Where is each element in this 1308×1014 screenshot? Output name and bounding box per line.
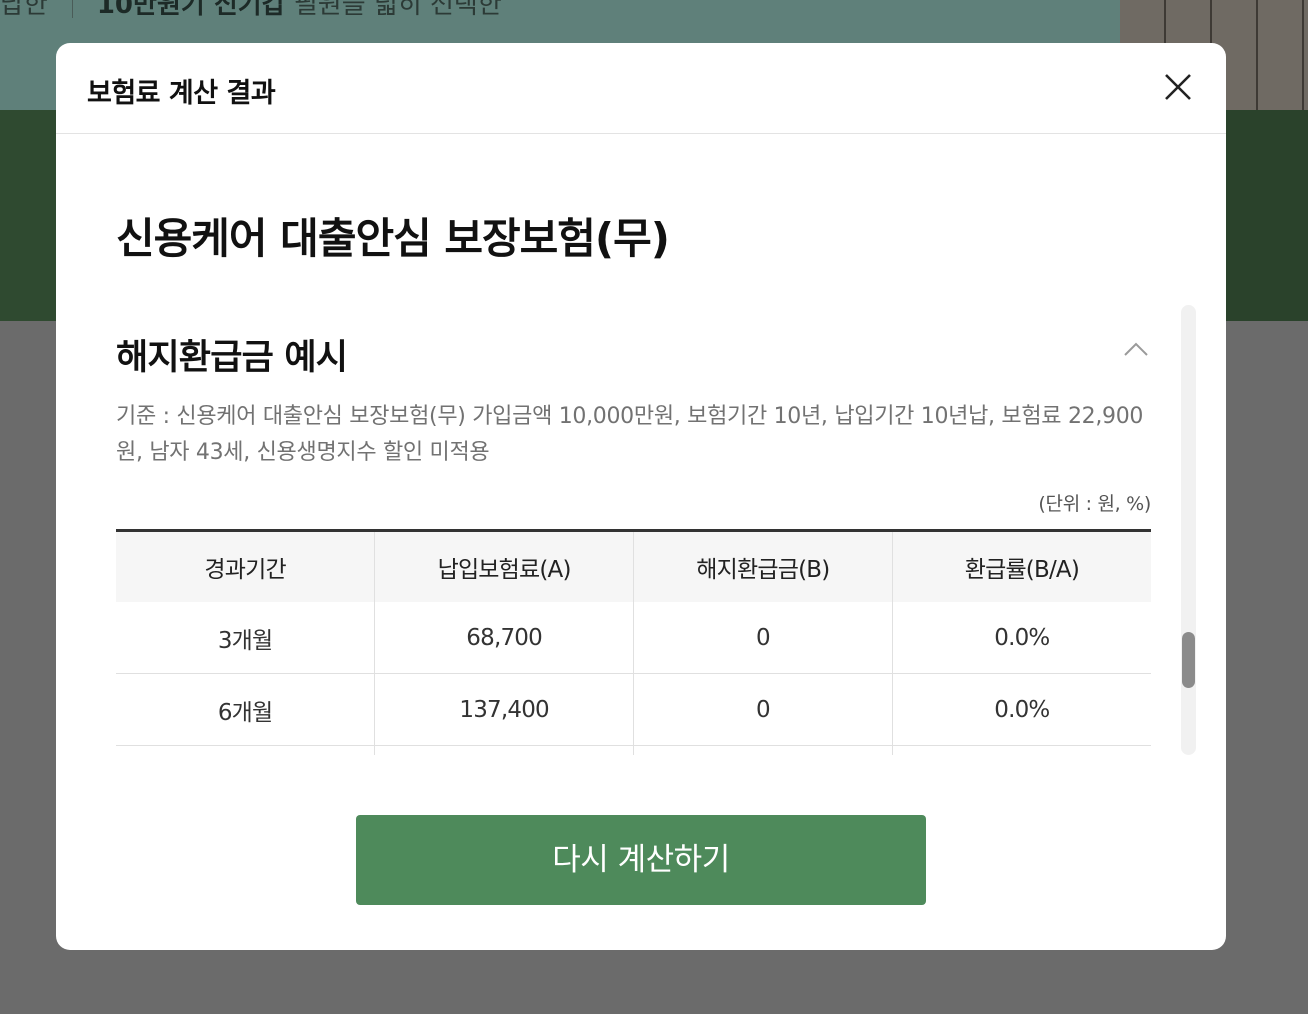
table-header-row: 경과기간 납입보험료(A) 해지환급금(B) 환급률(B/A): [116, 530, 1151, 602]
chevron-up-icon: [1124, 342, 1148, 356]
product-title: 신용케어 대출안심 보장보험(무): [116, 214, 670, 263]
cell-period: [116, 745, 375, 755]
header-refund-rate: 환급률(B/A): [891, 530, 1151, 602]
cell-refund-rate: 0.0%: [891, 673, 1151, 746]
section-title: 해지환급금 예시: [116, 338, 348, 378]
table-row: 3개월 68,700 0 0.0%: [116, 602, 1151, 674]
background-hero-prefix: 납한: [0, 0, 48, 20]
refund-table: 경과기간 납입보험료(A) 해지환급금(B) 환급률(B/A) 3개월 68,7…: [116, 529, 1151, 755]
background-hero-text: 납한 10만원기 신기갑 필원을 넓히 선택한: [0, 0, 502, 21]
cell-refund: [633, 745, 893, 755]
recalculate-button[interactable]: 다시 계산하기: [356, 815, 926, 905]
basis-description: 기준 : 신용케어 대출안심 보장보험(무) 가입금액 10,000만원, 보험…: [116, 404, 1144, 465]
cell-premium: 137,400: [374, 673, 634, 746]
background-band-right: [1226, 110, 1308, 321]
close-icon: [1165, 74, 1191, 100]
cell-refund: 0: [633, 673, 893, 746]
unit-label: (단위 : 원, %): [1038, 493, 1151, 515]
cell-refund-rate: 0.0%: [891, 602, 1151, 674]
background-hero-rest: 필원을 넓히 선택한: [293, 0, 502, 20]
cell-refund: 0: [633, 602, 893, 674]
background-hero-bold: 10만원기 신기갑: [96, 0, 286, 20]
table-row: [116, 745, 1151, 755]
header-premium: 납입보험료(A): [374, 530, 634, 602]
table-row: 6개월 137,400 0 0.0%: [116, 673, 1151, 746]
scrollbar-thumb[interactable]: [1182, 632, 1195, 688]
page: 납한 10만원기 신기갑 필원을 넓히 선택한 보험료 계산 결과 신용케어 대출…: [0, 0, 1308, 1014]
close-button[interactable]: [1160, 69, 1196, 105]
cell-refund-rate: [891, 745, 1151, 755]
header-period: 경과기간: [116, 530, 375, 602]
scroll-content[interactable]: 해지환급금 예시 기준 : 신용케어 대출안심 보장보험(무) 가입금액 10,…: [116, 305, 1196, 755]
cell-period: 3개월: [116, 602, 375, 674]
cell-premium: 68,700: [374, 602, 634, 674]
cell-premium: [374, 745, 634, 755]
header-refund: 해지환급금(B): [633, 530, 893, 602]
cell-period: 6개월: [116, 673, 375, 746]
result-modal: 보험료 계산 결과 신용케어 대출안심 보장보험(무) 해지환급금 예시 기준 …: [56, 43, 1226, 950]
modal-header: 보험료 계산 결과: [56, 43, 1226, 134]
modal-title: 보험료 계산 결과: [87, 78, 276, 109]
collapse-toggle[interactable]: [1123, 341, 1149, 357]
